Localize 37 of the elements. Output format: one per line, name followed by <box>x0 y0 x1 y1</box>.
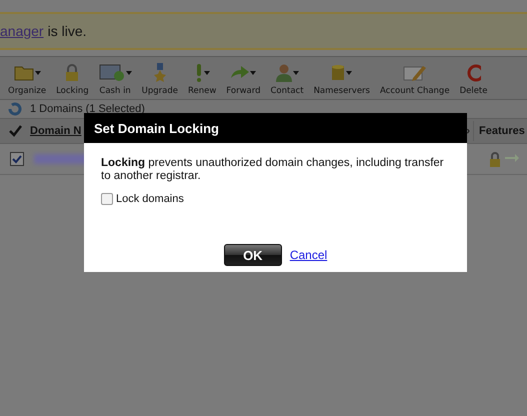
scroll-arrow[interactable]: › <box>466 125 470 137</box>
person-icon <box>276 64 292 82</box>
toolbar-button[interactable]: Cash in <box>96 63 134 99</box>
dialog-title: Set Domain Locking <box>84 113 467 143</box>
arrows-icon <box>505 153 519 165</box>
toolbar-button[interactable]: Locking <box>54 63 91 99</box>
arrow-right-icon <box>230 66 249 80</box>
refresh-icon[interactable] <box>8 102 22 116</box>
row-checkbox[interactable] <box>10 152 24 166</box>
folder-icon <box>14 65 34 81</box>
checkbox[interactable] <box>101 193 113 205</box>
toolbar-button[interactable]: Account Change <box>378 63 452 99</box>
check-all-icon[interactable] <box>8 125 22 137</box>
lock-icon <box>65 64 80 82</box>
pencil-paper-icon <box>402 64 427 82</box>
banner-link[interactable]: anager <box>0 23 44 39</box>
column-header[interactable]: Domain N <box>30 125 82 137</box>
toolbar-button[interactable]: Delete <box>458 63 490 99</box>
checkbox-label[interactable]: Lock domains <box>116 193 184 205</box>
selection-summary: 1 Domains (1 Selected) <box>30 103 145 115</box>
toolbar-button[interactable]: Organize <box>6 63 48 99</box>
dialog-message: Locking prevents unauthorized domain changes, including transfer to another registrar. <box>101 157 445 183</box>
toolbar-button[interactable]: Renew <box>186 63 218 99</box>
ok-button[interactable]: OK <box>224 244 282 266</box>
cancel-link[interactable]: Cancel <box>290 248 328 262</box>
lock-icon <box>489 152 501 166</box>
cash-window-icon <box>98 64 125 82</box>
medal-icon <box>152 63 167 83</box>
toolbar-button[interactable]: Upgrade <box>140 63 180 99</box>
column-header[interactable]: Features <box>473 121 527 141</box>
database-icon <box>331 64 346 82</box>
exclamation-icon <box>194 64 203 82</box>
delete-icon <box>466 64 481 82</box>
toolbar-button[interactable]: Nameservers <box>312 63 372 99</box>
toolbar-button[interactable]: Forward <box>224 63 262 99</box>
toolbar-button[interactable]: Contact <box>268 63 306 99</box>
banner-text: is live. <box>48 23 86 39</box>
